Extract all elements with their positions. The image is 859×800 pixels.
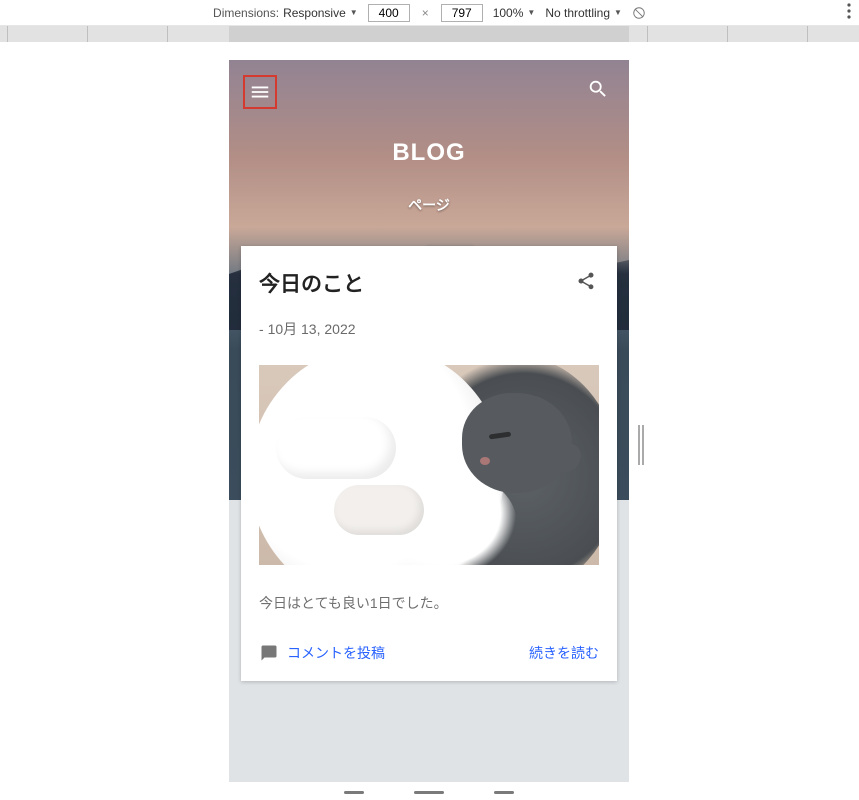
post-excerpt: 今日はとても良い1日でした。	[259, 593, 599, 613]
throttling-dropdown[interactable]: No throttling ▼	[545, 6, 622, 20]
share-icon	[576, 271, 596, 291]
chevron-down-icon: ▼	[350, 8, 358, 17]
dimension-separator: ×	[420, 6, 431, 20]
dimensions-dropdown[interactable]: Dimensions: Responsive ▼	[213, 6, 358, 20]
post-card-header: 今日のこと	[259, 268, 599, 299]
post-date-link[interactable]: 10月 13, 2022	[268, 321, 356, 337]
height-input[interactable]	[441, 4, 483, 22]
chevron-down-icon: ▼	[527, 8, 535, 17]
readmore-link[interactable]: 続きを読む	[529, 643, 599, 663]
more-options-icon[interactable]	[847, 3, 851, 22]
post-card-footer: コメントを投稿 続きを読む	[259, 643, 599, 663]
chevron-down-icon: ▼	[614, 8, 622, 17]
blog-topbar	[229, 60, 629, 123]
comment-link-label: コメントを投稿	[287, 643, 385, 663]
resize-handle-right[interactable]	[636, 420, 646, 470]
devtools-device-toolbar: Dimensions: Responsive ▼ × 100% ▼ No thr…	[0, 0, 859, 26]
menu-button[interactable]	[243, 75, 277, 109]
blog-title[interactable]: BLOG	[229, 139, 629, 167]
devtools-ruler	[0, 26, 859, 42]
width-input[interactable]	[368, 4, 410, 22]
post-image[interactable]	[259, 365, 599, 565]
throttling-value: No throttling	[545, 6, 610, 20]
resize-handle-bottom[interactable]	[229, 784, 629, 800]
post-card: 今日のこと - 10月 13, 2022 今日はとても良い1日でした。	[241, 246, 617, 681]
share-button[interactable]	[573, 268, 599, 299]
post-date: - 10月 13, 2022	[259, 319, 599, 339]
device-viewport: BLOG ページ 今日のこと - 10月 13, 2022	[229, 60, 629, 782]
blog-subtitle[interactable]: ページ	[229, 195, 629, 215]
comment-icon	[259, 644, 279, 662]
post-title-link[interactable]: 今日のこと	[259, 268, 364, 298]
hamburger-icon	[249, 81, 271, 103]
zoom-dropdown[interactable]: 100% ▼	[493, 6, 536, 20]
devtools-canvas: BLOG ページ 今日のこと - 10月 13, 2022	[0, 42, 859, 800]
search-icon	[587, 78, 609, 100]
zoom-value: 100%	[493, 6, 524, 20]
rotate-icon[interactable]	[632, 6, 646, 20]
dimensions-value: Responsive	[283, 6, 346, 20]
comment-link[interactable]: コメントを投稿	[259, 643, 385, 663]
search-button[interactable]	[581, 72, 615, 111]
dimensions-label: Dimensions:	[213, 6, 279, 20]
